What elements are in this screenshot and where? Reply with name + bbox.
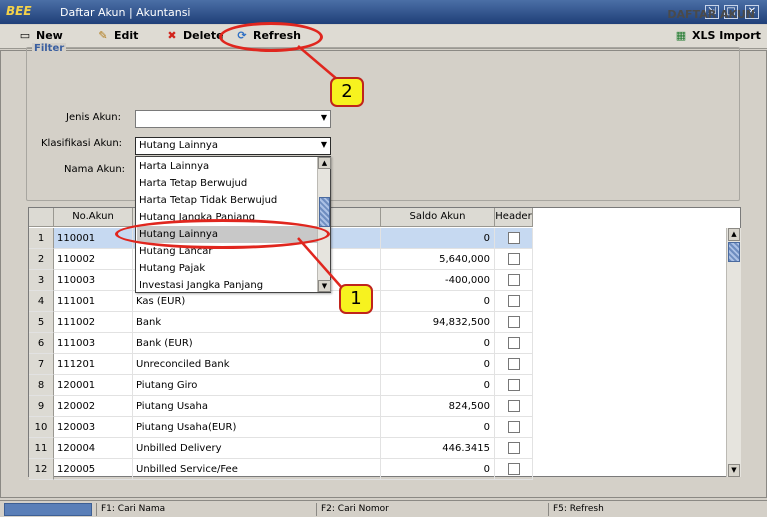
- callout-1: 1: [339, 284, 373, 314]
- option-highlight-ellipse: [115, 219, 330, 249]
- callout-2: 2: [330, 77, 364, 107]
- status-f5: F5: Refresh: [548, 503, 764, 516]
- status-f1: F1: Cari Nama: [96, 503, 316, 516]
- status-progress: [4, 503, 92, 516]
- refresh-highlight-ellipse: [219, 22, 323, 52]
- annotation-layer: [297, 45, 344, 290]
- callout-2-pointer: [297, 45, 339, 81]
- status-bar: F1: Cari Nama F2: Cari Nomor F5: Refresh: [0, 500, 767, 517]
- callout-1-pointer: [297, 237, 344, 290]
- status-f2: F2: Cari Nomor: [316, 503, 548, 516]
